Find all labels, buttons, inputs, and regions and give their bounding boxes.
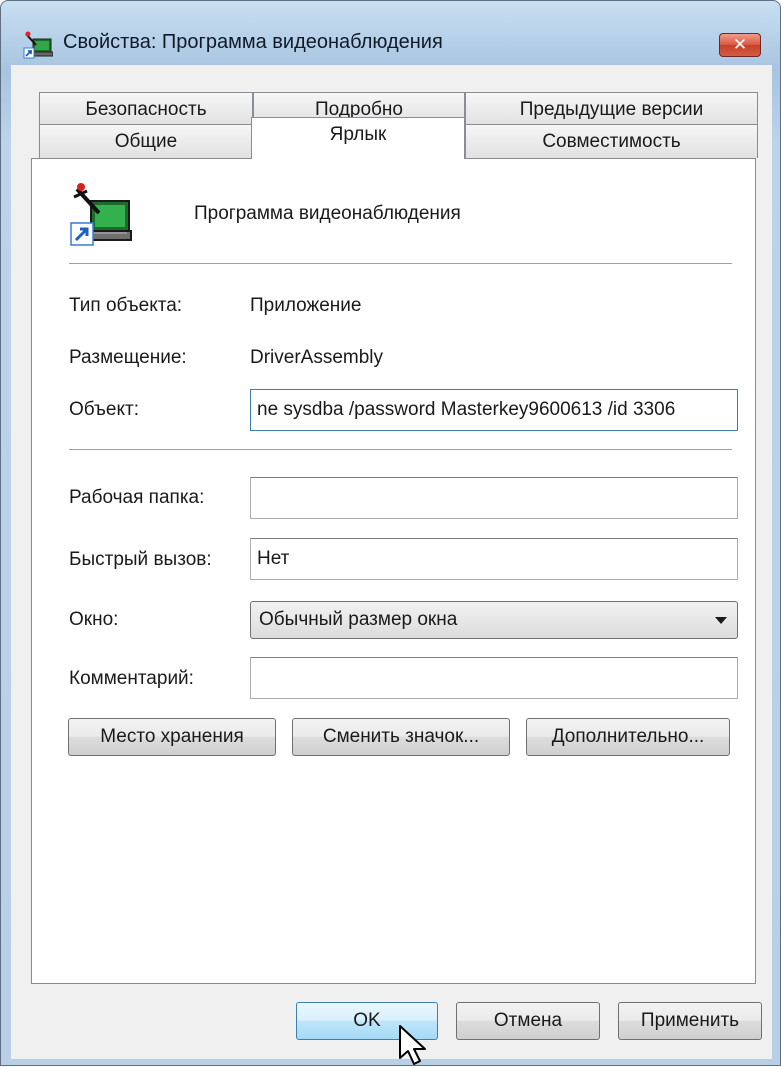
window-title: Свойства: Программа видеонаблюдения <box>63 31 443 53</box>
type-label: Тип объекта: <box>69 295 183 316</box>
hotkey-label: Быстрый вызов: <box>69 549 212 570</box>
shortcut-tab-panel: Программа видеонаблюдения Тип объекта: П… <box>31 158 756 984</box>
change-icon-button[interactable]: Сменить значок... <box>292 718 510 756</box>
divider <box>69 263 732 265</box>
target-field[interactable]: ne sysdba /password Masterkey9600613 /id… <box>250 389 738 431</box>
divider <box>69 449 732 451</box>
app-shortcut-icon <box>23 31 53 59</box>
apply-button[interactable]: Применить <box>618 1002 762 1040</box>
run-window-label: Окно: <box>69 609 119 630</box>
tab-shortcut[interactable]: Ярлык <box>251 117 465 159</box>
run-window-select[interactable]: Обычный размер окна <box>250 601 738 639</box>
mouse-cursor-icon <box>399 1025 426 1065</box>
tab-security[interactable]: Безопасность <box>39 92 253 126</box>
comment-field[interactable] <box>250 657 738 699</box>
tab-previous-versions[interactable]: Предыдущие версии <box>465 92 758 126</box>
app-shortcut-icon <box>70 183 132 246</box>
type-value: Приложение <box>250 295 362 316</box>
hotkey-field[interactable]: Нет <box>250 538 738 580</box>
open-location-button[interactable]: Место хранения <box>68 718 276 756</box>
properties-window: Свойства: Программа видеонаблюдения ✕ Бе… <box>0 0 781 1066</box>
close-icon: ✕ <box>732 35 748 54</box>
chevron-down-icon <box>715 617 727 624</box>
close-button[interactable]: ✕ <box>719 33 761 57</box>
workdir-field[interactable] <box>250 477 738 519</box>
shortcut-name: Программа видеонаблюдения <box>194 203 461 224</box>
location-value: DriverAssembly <box>250 347 384 368</box>
run-window-value: Обычный размер окна <box>259 609 458 630</box>
tab-general[interactable]: Общие <box>39 124 253 158</box>
location-label: Размещение: <box>69 347 187 368</box>
cancel-button[interactable]: Отмена <box>456 1002 600 1040</box>
advanced-button[interactable]: Дополнительно... <box>526 718 730 756</box>
comment-label: Комментарий: <box>69 668 194 689</box>
target-label: Объект: <box>69 399 139 420</box>
title-bar[interactable]: Свойства: Программа видеонаблюдения ✕ <box>1 1 780 65</box>
tab-compatibility[interactable]: Совместимость <box>465 124 758 158</box>
workdir-label: Рабочая папка: <box>69 487 205 508</box>
